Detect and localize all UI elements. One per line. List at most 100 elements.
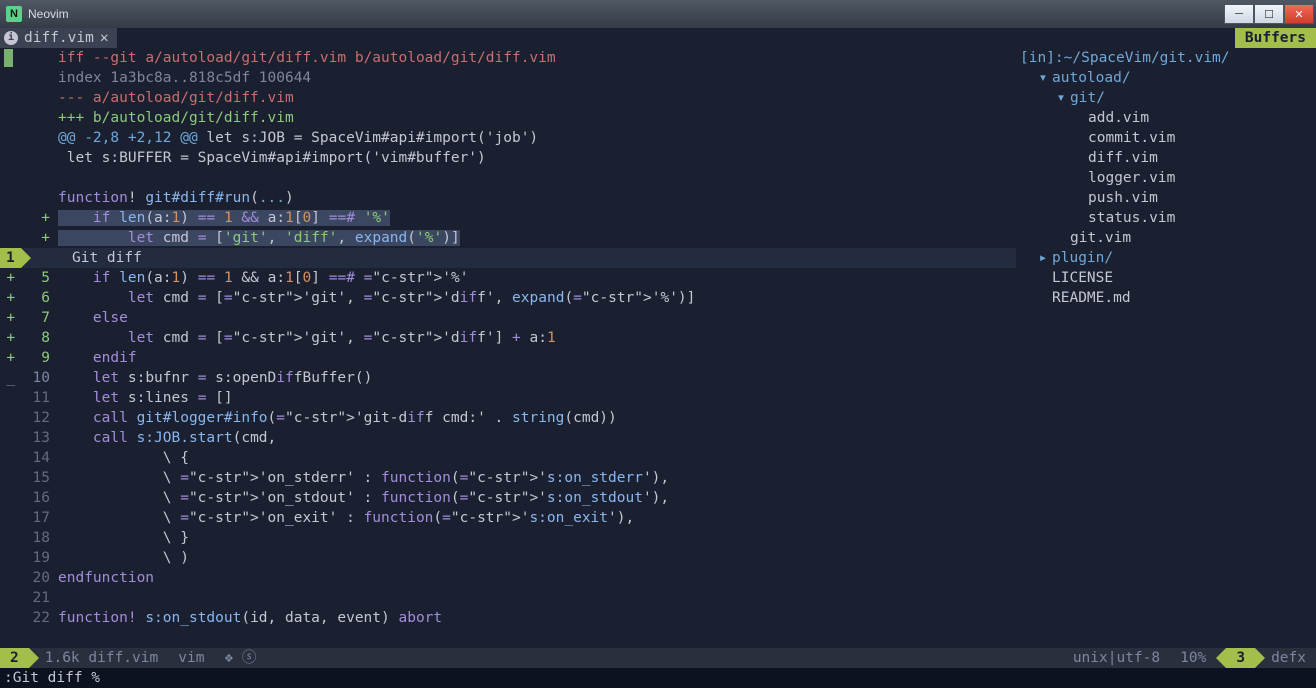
tree-arrow-icon	[1074, 188, 1084, 208]
code-line: \ ="c-str">'on_stdout' : function(="c-st…	[58, 488, 1016, 508]
tree-file[interactable]: README.md	[1020, 288, 1316, 308]
cursor-line-text: Git diff	[58, 248, 1016, 268]
tree-item-label: diff.vim	[1088, 148, 1158, 168]
buffers-button[interactable]: Buffers	[1235, 28, 1316, 48]
diff-index: index 1a3bc8a..818c5df 100644	[58, 68, 1016, 88]
tree-arrow-icon	[1038, 268, 1048, 288]
tree-item-label: git.vim	[1070, 228, 1131, 248]
gutter: 21	[0, 588, 58, 608]
code-line: let cmd = [="c-str">'git', ="c-str">'dif…	[58, 328, 1016, 348]
minimize-button[interactable]: ─	[1224, 4, 1254, 24]
command-line[interactable]: :Git diff %	[0, 668, 1316, 688]
tree-arrow-icon: ▸	[1038, 248, 1048, 268]
tree-file[interactable]: add.vim	[1020, 108, 1316, 128]
tree-item-label: LICENSE	[1052, 268, 1113, 288]
window-titlebar: N Neovim ─ ☐ ✕	[0, 0, 1316, 28]
cursor-line-badge: 1	[0, 248, 21, 268]
tree-file[interactable]: status.vim	[1020, 208, 1316, 228]
gutter: 15	[0, 468, 58, 488]
tab-close-icon[interactable]: ✕	[100, 28, 109, 48]
file-tree[interactable]: [in]: ~/SpaceVim/git.vim/ ▾autoload/▾git…	[1016, 48, 1316, 628]
gutter: _ 10	[0, 368, 58, 388]
neovim-icon: N	[6, 6, 22, 22]
tree-item-label: commit.vim	[1088, 128, 1175, 148]
window-buttons: ─ ☐ ✕	[1224, 4, 1314, 24]
gutter: 17	[0, 508, 58, 528]
tree-file[interactable]: LICENSE	[1020, 268, 1316, 288]
tree-item-label: git/	[1070, 88, 1105, 108]
tree-arrow-icon: ▾	[1038, 68, 1048, 88]
diff-buffer[interactable]: iff --git a/autoload/git/diff.vim b/auto…	[0, 48, 1016, 628]
tree-file[interactable]: commit.vim	[1020, 128, 1316, 148]
diff-hunk: @@ -2,8 +2,12 @@	[58, 130, 198, 146]
window-title: Neovim	[28, 7, 69, 21]
ctx-buffer-import: let s:BUFFER = SpaceVim#api#import('vim#…	[58, 148, 1016, 168]
tree-item-label: push.vim	[1088, 188, 1158, 208]
code-line: \ ="c-str">'on_exit' : function(="c-str"…	[58, 508, 1016, 528]
tree-arrow-icon	[1074, 208, 1084, 228]
tree-file[interactable]: git.vim	[1020, 228, 1316, 248]
tree-file[interactable]: diff.vim	[1020, 148, 1316, 168]
diff-plus-file: +++ b/autoload/git/diff.vim	[58, 108, 1016, 128]
close-button[interactable]: ✕	[1284, 4, 1314, 24]
status-right-name: defx	[1255, 648, 1316, 668]
status-glyphs: ❖ ⓢ	[214, 648, 266, 668]
gutter: 14	[0, 448, 58, 468]
tabline: i diff.vim ✕ Buffers	[0, 28, 1316, 48]
tree-arrow-icon: ▾	[1056, 88, 1066, 108]
code-line: call git#logger#info(="c-str">'git-diff …	[58, 408, 1016, 428]
command-text: :Git diff %	[4, 668, 100, 688]
tree-item-label: autoload/	[1052, 68, 1131, 88]
tree-item-label: README.md	[1052, 288, 1131, 308]
status-filetype: vim	[168, 648, 214, 668]
tree-arrow-icon	[1074, 168, 1084, 188]
gutter: 20	[0, 568, 58, 588]
code-line: call s:JOB.start(cmd,	[58, 428, 1016, 448]
tree-arrow-icon	[1056, 228, 1066, 248]
status-percent: 10%	[1170, 648, 1216, 668]
tree-arrow-icon	[1074, 148, 1084, 168]
tree-dir[interactable]: ▾autoload/	[1020, 68, 1316, 88]
diff-minus-file: --- a/autoload/git/diff.vim	[58, 88, 1016, 108]
tree-item-label: status.vim	[1088, 208, 1175, 228]
gutter: 11	[0, 388, 58, 408]
status-winnr-left: 2	[0, 648, 29, 668]
gutter: 19	[0, 548, 58, 568]
code-line: let s:bufnr = s:openDiffBuffer()	[58, 368, 1016, 388]
code-line: endif	[58, 348, 1016, 368]
tree-dir[interactable]: ▾git/	[1020, 88, 1316, 108]
maximize-button[interactable]: ☐	[1254, 4, 1284, 24]
status-encoding: unix|utf-8	[1063, 648, 1170, 668]
code-line: \ {	[58, 448, 1016, 468]
cwd-path: [in]: ~/SpaceVim/git.vim/	[1020, 48, 1316, 68]
tree-item-label: logger.vim	[1088, 168, 1175, 188]
statusline: 2 1.6k diff.vim vim ❖ ⓢ unix|utf-8 10% 3…	[0, 648, 1316, 668]
tab-diff-vim[interactable]: i diff.vim ✕	[0, 28, 117, 48]
gutter: + 6	[0, 288, 58, 308]
code-line: else	[58, 308, 1016, 328]
gutter: 13	[0, 428, 58, 448]
code-line	[58, 588, 1016, 608]
gutter: 22	[0, 608, 58, 628]
tree-item-label: add.vim	[1088, 108, 1149, 128]
code-line: if len(a:1) == 1 && a:1[0] ==# ="c-str">…	[58, 268, 1016, 288]
terminal-area: i diff.vim ✕ Buffers iff --git a/autoloa…	[0, 28, 1316, 688]
code-line: \ )	[58, 548, 1016, 568]
gutter: 18	[0, 528, 58, 548]
code-line: let s:lines = []	[58, 388, 1016, 408]
gutter: + 8	[0, 328, 58, 348]
code-line: function! s:on_stdout(id, data, event) a…	[58, 608, 1016, 628]
tab-index-icon: i	[4, 31, 18, 45]
gutter: 12	[0, 408, 58, 428]
tree-dir[interactable]: ▸plugin/	[1020, 248, 1316, 268]
gutter: + 7	[0, 308, 58, 328]
code-line: \ }	[58, 528, 1016, 548]
tree-file[interactable]: push.vim	[1020, 188, 1316, 208]
tree-file[interactable]: logger.vim	[1020, 168, 1316, 188]
status-filesize: 1.6k	[45, 648, 80, 668]
gutter: 16	[0, 488, 58, 508]
gutter: + 5	[0, 268, 58, 288]
gutter: + 9	[0, 348, 58, 368]
status-winnr-right: 3	[1226, 648, 1255, 668]
tree-arrow-icon	[1074, 108, 1084, 128]
